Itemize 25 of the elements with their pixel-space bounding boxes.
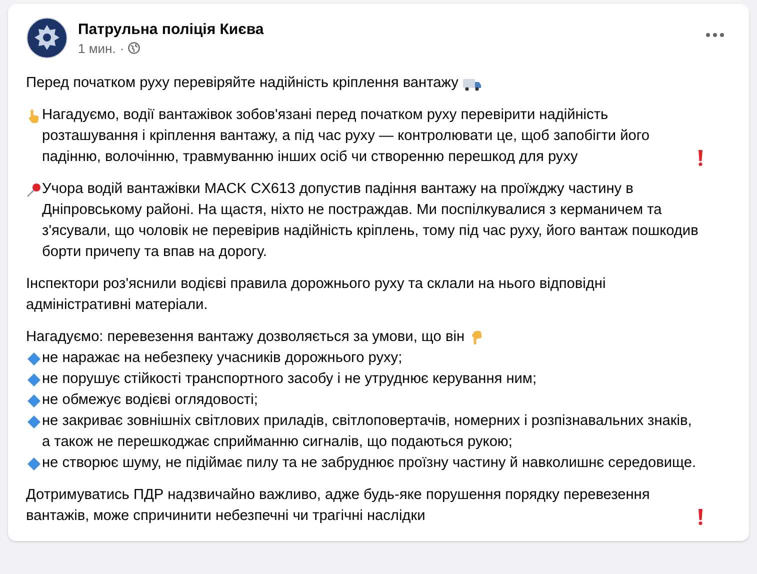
exclamation-icon <box>698 508 703 524</box>
separator-dot: · <box>120 40 124 56</box>
post-text: Учора водій вантажівки MACK CX613 допустив падіння вантажу на проїжджу частину в Дніпровському районі. На щастя, ніхто не постраждав. Ми поспілкувалися з керманичем та з'ясували, що чоловік не перевірив надійність кріплень, тому під час руху, його вантаж пошкодив борти причепу та впав на дорогу. <box>42 180 700 262</box>
diamond-icon <box>26 372 42 388</box>
more-icon <box>705 32 725 38</box>
exclamation-icon <box>698 150 703 166</box>
post-time[interactable]: 1 мин. <box>78 40 116 56</box>
post-text: не наражає на небезпеку учасників дорожнього руху; <box>42 349 402 368</box>
diamond-icon <box>26 350 42 366</box>
diamond-icon <box>26 456 42 472</box>
diamond-icon <box>26 414 42 430</box>
post-text: Нагадуємо, водії вантажівок зобов'язані перед початком руху перевірити надійність розташування і кріплення вантажу, а під час руху — контролювати це, щоб запобігти його падінню, волочінню, травмуванню інших осіб чи створенню перешкод для руху <box>42 106 650 167</box>
pushpin-icon <box>26 182 42 198</box>
post-text: не створює шуму, не підіймає пилу та не забруднює проїзну частину й навколишнє середовище. <box>42 454 696 473</box>
globe-icon <box>128 42 140 54</box>
post-text: Нагадуємо: перевезення вантажу дозволяється за умови, що він <box>26 328 465 347</box>
post-text: Дотримуватись ПДР надзвичайно важливо, адже будь-яке порушення порядку перевезення вантажів, може спричинити небезпечні чи трагічні наслідки <box>26 486 651 526</box>
post-text: Перед початком руху перевіряйте надійність кріплення вантажу <box>26 74 458 93</box>
post-text: не закриває зовнішніх світлових приладів, світлоповертачів, номерних і розпізнавальних знаків, а також не перешкоджає сприйманню сигналів, що подаються рукою; <box>42 412 693 452</box>
post-text: Інспектори роз'яснили водієві правила дорожнього руху та склали на нього відповідні адміністративні матеріали. <box>26 275 607 315</box>
diamond-icon <box>26 392 42 408</box>
avatar-icon <box>26 17 68 59</box>
post-text: не порушує стійкості транспортного засобу і не утруднює керування ним; <box>42 370 537 389</box>
author-name[interactable]: Патрульна поліція Києва <box>78 20 687 38</box>
post-text: не обмежує водієві оглядовості; <box>42 391 258 410</box>
